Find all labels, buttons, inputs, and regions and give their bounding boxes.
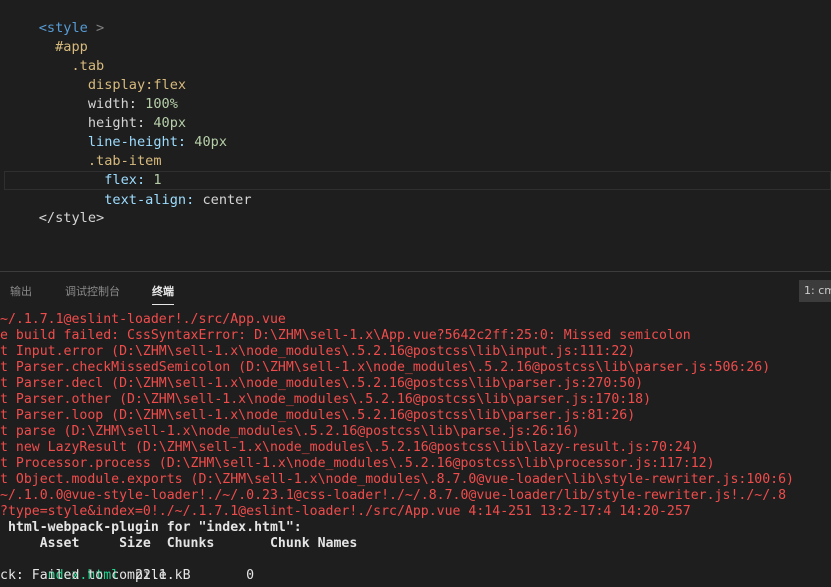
terminal-line: t Parser.loop (D:\ZHM\sell-1.x\node_modu…	[0, 408, 636, 423]
terminal-line: t parse (D:\ZHM\sell-1.x\node_modules\.5…	[0, 424, 580, 439]
code-line: <style >	[6, 0, 104, 36]
terminal-line: ~/.1.0.0@vue-style-loader!./~/.0.23.1@cs…	[0, 488, 787, 503]
terminal-line: ?type=style&index=0!./~/.1.7.1@eslint-lo…	[0, 504, 691, 519]
code-line: flex: 1	[6, 152, 161, 188]
plugin-line: html-webpack-plugin for "index.html":	[0, 520, 302, 535]
tag-close-bracket: >	[87, 20, 105, 36]
tab-output[interactable]: 输出	[10, 284, 32, 300]
code-line: #app	[6, 19, 88, 55]
compile-status-line: ck: Failed to compile.	[0, 568, 175, 583]
code-line: .tab-item	[6, 133, 162, 169]
current-code-line[interactable]: text-align: center	[4, 171, 831, 208]
terminal-line: t new LazyResult (D:\ZHM\sell-1.x\node_m…	[0, 440, 699, 455]
code-line: display:flex	[6, 57, 186, 93]
asset-table-row: ndex.html 22.1 kB 0	[0, 552, 254, 583]
terminal-line: ~/.1.7.1@eslint-loader!./src/App.vue	[0, 312, 286, 327]
code-line: line-height: 40px	[6, 114, 227, 150]
terminal-line: t Object.module.exports (D:\ZHM\sell-1.x…	[0, 472, 794, 487]
terminal-select[interactable]: 1: cmd	[799, 280, 831, 302]
terminal-line: t Parser.decl (D:\ZHM\sell-1.x\node_modu…	[0, 376, 644, 391]
terminal-line: t Parser.checkMissedSemicolon (D:\ZHM\se…	[0, 360, 771, 375]
terminal-line: t Processor.process (D:\ZHM\sell-1.x\nod…	[0, 456, 715, 471]
style-close-tag: </style>	[38, 210, 105, 226]
code-line: </style>	[6, 190, 104, 226]
code-line: .tab	[6, 38, 105, 74]
code-line: height: 40px	[6, 95, 186, 131]
terminal-output[interactable]: ~/.1.7.1@eslint-loader!./src/App.vue e b…	[0, 310, 831, 587]
tab-debug-console[interactable]: 调试控制台	[65, 284, 120, 300]
value: center	[194, 192, 252, 208]
panel-tab-bar: 输出 调试控制台 终端 1: cmd	[0, 272, 831, 308]
property: text-align:	[104, 192, 195, 208]
code-editor[interactable]: <style > #app .tab display:flex width: 1…	[0, 0, 831, 270]
terminal-line: e build failed: CssSyntaxError: D:\ZHM\s…	[0, 328, 691, 343]
asset-table-header: Asset Size Chunks Chunk Names	[0, 536, 358, 551]
tab-terminal[interactable]: 终端	[152, 284, 174, 305]
terminal-line: t Parser.other (D:\ZHM\sell-1.x\node_mod…	[0, 392, 652, 407]
terminal-line: t Input.error (D:\ZHM\sell-1.x\node_modu…	[0, 344, 636, 359]
code-line: width: 100%	[6, 76, 178, 112]
bottom-panel: 输出 调试控制台 终端 1: cmd ~/.1.7.1@eslint-loade…	[0, 271, 831, 587]
value: 40px	[186, 134, 227, 150]
